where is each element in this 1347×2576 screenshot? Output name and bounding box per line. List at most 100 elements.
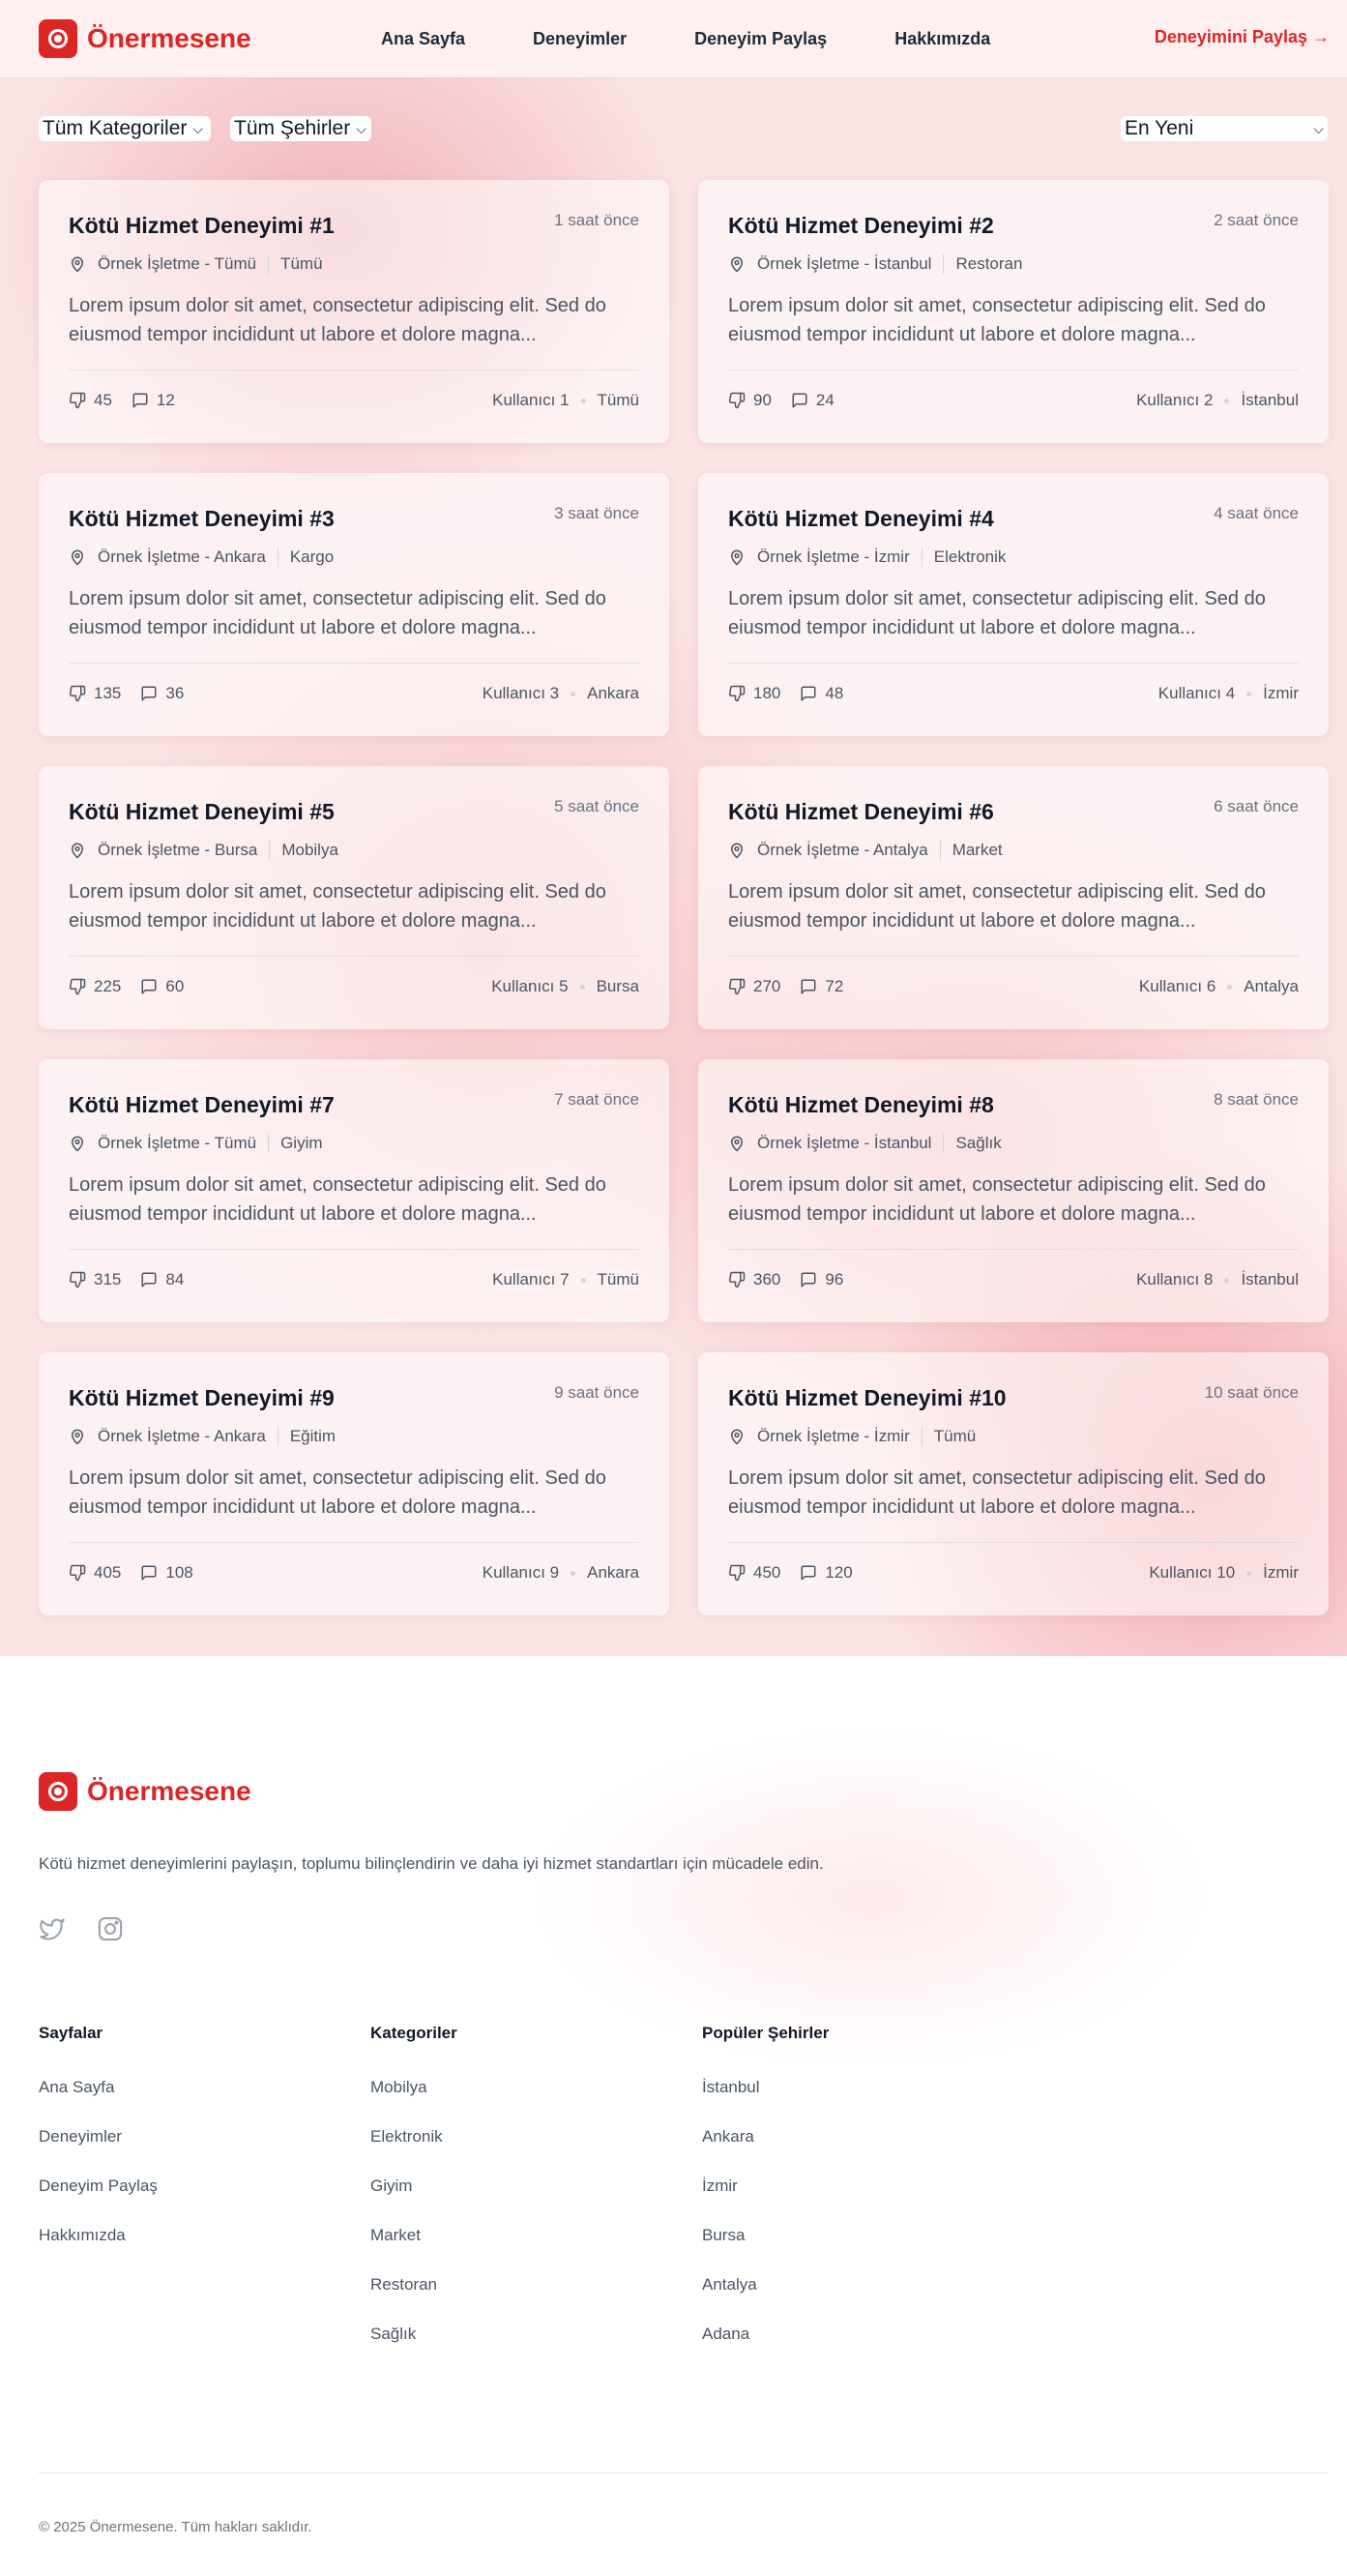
card-time: 7 saat önce [554,1090,639,1109]
comment-count-value: 12 [156,391,175,409]
card-category: Tümü [280,254,323,273]
card-description: Lorem ipsum dolor sit amet, consectetur … [69,295,606,345]
card-author: Kullanıcı 3 Ankara [483,684,639,703]
category-select[interactable]: Tüm Kategoriler ⌵ [39,116,211,141]
footer-link[interactable]: Adana [702,2324,829,2374]
card-title[interactable]: Kötü Hizmet Deneyimi #4 [728,506,994,532]
comment-count[interactable]: 60 [140,977,184,996]
footer-link[interactable]: İzmir [702,2176,829,2226]
instagram-icon[interactable] [97,1915,124,1942]
footer-link[interactable]: Deneyim Paylaş [39,2176,158,2226]
nav-share-experience[interactable]: Deneyim Paylaş [694,29,827,49]
dislike-count-value: 270 [753,977,781,995]
dislike-count-value: 135 [94,684,122,702]
dislike-count[interactable]: 45 [69,391,112,410]
dislike-count[interactable]: 225 [69,977,121,996]
card-title[interactable]: Kötü Hizmet Deneyimi #2 [728,213,994,239]
card-category: Eğitim [289,1427,337,1445]
logo[interactable]: Önermesene [39,19,251,58]
experience-card[interactable]: Kötü Hizmet Deneyimi #2 2 saat önce Örnek … [698,180,1329,443]
experience-card[interactable]: Kötü Hizmet Deneyimi #4 4 saat önce Örnek … [698,473,1329,736]
card-title[interactable]: Kötü Hizmet Deneyimi #5 [69,799,335,825]
comment-count[interactable]: 120 [800,1563,853,1583]
card-title[interactable]: Kötü Hizmet Deneyimi #6 [728,799,994,825]
footer-link[interactable]: Antalya [702,2275,829,2324]
footer-link[interactable]: Elektronik [370,2127,457,2176]
comment-count[interactable]: 48 [800,684,843,703]
card-title[interactable]: Kötü Hizmet Deneyimi #3 [69,506,335,532]
nav-about[interactable]: Hakkımızda [894,29,990,49]
dot-separator [571,1570,576,1576]
card-title[interactable]: Kötü Hizmet Deneyimi #7 [69,1092,335,1118]
footer-link[interactable]: Restoran [370,2275,457,2324]
comment-count[interactable]: 96 [800,1270,843,1289]
card-description: Lorem ipsum dolor sit amet, consectetur … [69,1174,606,1225]
thumbs-down-icon [69,392,86,409]
share-experience-link[interactable]: Deneyimini Paylaş → [1155,27,1330,47]
meta-separator [943,1134,945,1153]
comment-count-value: 84 [165,1270,185,1288]
dislike-count[interactable]: 405 [69,1563,121,1583]
dislike-count[interactable]: 90 [728,391,772,410]
card-title[interactable]: Kötü Hizmet Deneyimi #8 [728,1092,994,1118]
card-title[interactable]: Kötü Hizmet Deneyimi #9 [69,1385,335,1411]
footer-link[interactable]: İstanbul [702,2078,829,2127]
experience-card[interactable]: Kötü Hizmet Deneyimi #7 7 saat önce Örnek … [39,1059,669,1322]
card-stats: 135 36 [69,684,203,703]
card-stats: 90 24 [728,391,854,410]
footer-link[interactable]: Ana Sayfa [39,2078,158,2127]
card-category: Giyim [280,1134,323,1152]
experience-card[interactable]: Kötü Hizmet Deneyimi #1 1 saat önce Örnek … [39,180,669,443]
card-business: Örnek İşletme - Tümü [98,254,257,273]
dislike-count[interactable]: 450 [728,1563,780,1583]
comment-count[interactable]: 108 [140,1563,193,1583]
comment-count[interactable]: 84 [140,1270,184,1289]
experience-card[interactable]: Kötü Hizmet Deneyimi #10 10 saat önce Örne… [698,1352,1329,1615]
footer-link[interactable]: Deneyimler [39,2127,158,2176]
card-meta: Örnek İşletme - Ankara Eğitim [69,1427,336,1446]
card-description: Lorem ipsum dolor sit amet, consectetur … [728,1174,1266,1225]
footer-link[interactable]: Giyim [370,2176,457,2226]
sort-select[interactable]: En Yeni ⌵ [1121,116,1328,141]
experience-card[interactable]: Kötü Hizmet Deneyimi #3 3 saat önce Örnek … [39,473,669,736]
experience-card[interactable]: Kötü Hizmet Deneyimi #9 9 saat önce Örnek … [39,1352,669,1615]
comment-count[interactable]: 72 [800,977,843,996]
card-city: Tümü [597,391,639,409]
comment-count-value: 72 [825,977,844,995]
footer-link[interactable]: Market [370,2226,457,2275]
copyright-text: © 2025 Önermesene. Tüm hakları saklıdır. [39,2519,312,2535]
dislike-count[interactable]: 270 [728,977,780,996]
footer-link[interactable]: Sağlık [370,2324,457,2374]
comment-count[interactable]: 36 [140,684,184,703]
nav-experiences[interactable]: Deneyimler [533,29,627,49]
dislike-count[interactable]: 360 [728,1270,780,1289]
chevron-down-icon: ⌵ [1313,120,1324,136]
twitter-icon[interactable] [39,1915,66,1942]
footer-link[interactable]: Bursa [702,2226,829,2275]
nav-home[interactable]: Ana Sayfa [381,29,465,49]
dislike-count[interactable]: 315 [69,1270,121,1289]
footer-logo[interactable]: Önermesene [39,1772,251,1811]
dislike-count[interactable]: 135 [69,684,121,703]
footer-link[interactable]: Ankara [702,2127,829,2176]
footer-link[interactable]: Hakkımızda [39,2226,158,2275]
card-title[interactable]: Kötü Hizmet Deneyimi #1 [69,213,335,239]
dislike-count-value: 360 [753,1270,781,1288]
dot-separator [580,1277,586,1283]
card-username: Kullanıcı 3 [482,684,560,702]
experience-card[interactable]: Kötü Hizmet Deneyimi #8 8 saat önce Örnek … [698,1059,1329,1322]
comment-count[interactable]: 24 [791,391,835,410]
card-time: 4 saat önce [1214,504,1299,522]
card-divider [728,663,1299,664]
card-stats: 360 96 [728,1270,863,1289]
card-business: Örnek İşletme - Tümü [98,1134,257,1152]
dot-separator [580,398,586,403]
experience-card[interactable]: Kötü Hizmet Deneyimi #6 6 saat önce Örnek … [698,766,1329,1029]
dislike-count[interactable]: 180 [728,684,780,703]
comment-count[interactable]: 12 [132,391,175,410]
card-title[interactable]: Kötü Hizmet Deneyimi #10 [728,1385,1007,1411]
experience-card[interactable]: Kötü Hizmet Deneyimi #5 5 saat önce Örnek … [39,766,669,1029]
card-meta: Örnek İşletme - İstanbul Sağlık [728,1134,1002,1153]
footer-link[interactable]: Mobilya [370,2078,457,2127]
city-select[interactable]: Tüm Şehirler ⌵ [230,116,371,141]
